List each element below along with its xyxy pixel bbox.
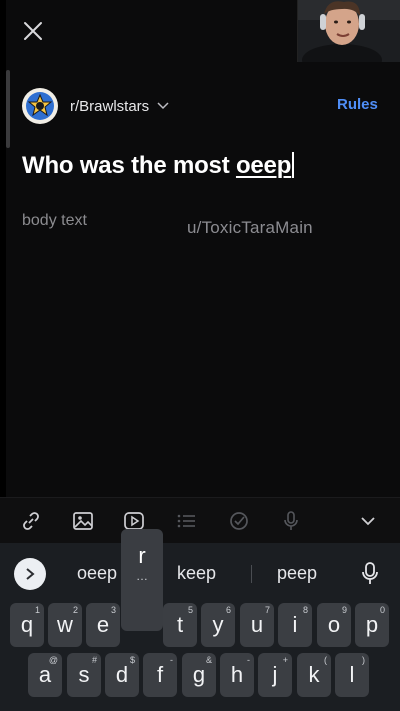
voice-input-button[interactable] <box>358 560 382 588</box>
key-hint: @ <box>48 655 58 665</box>
key-y[interactable]: y6 <box>201 603 235 647</box>
expand-toolbar-button[interactable] <box>14 558 46 590</box>
key-i[interactable]: i8 <box>278 603 312 647</box>
key-hint: 7 <box>264 605 270 615</box>
subreddit-name: r/Brawlstars <box>70 97 150 115</box>
key-d[interactable]: d $ <box>105 653 139 697</box>
webcam-overlay <box>297 0 400 62</box>
key-hint: $ <box>129 655 135 665</box>
key-k[interactable]: k( <box>297 653 331 697</box>
key-hint: 2 <box>72 605 78 615</box>
key-p[interactable]: p0 <box>355 603 389 647</box>
post-title-input[interactable]: Who was the most oeep <box>22 152 295 180</box>
mic-icon <box>362 562 378 584</box>
key-label: o <box>327 612 341 637</box>
key-t[interactable]: t5 <box>163 603 197 647</box>
key-label: e <box>96 612 110 637</box>
key-hint: 8 <box>302 605 308 615</box>
key-label: i <box>292 612 298 637</box>
key-label: s <box>78 662 90 687</box>
suggestion-strip: oeep keep peep <box>0 551 400 595</box>
soft-keyboard: oeep keep peep q1w2e3t5y6u7i8o9p0 a @ s # d $… <box>0 529 400 711</box>
key-label: t <box>176 612 184 637</box>
scroll-indicator <box>6 70 10 148</box>
key-hint: - <box>170 655 173 665</box>
key-h[interactable]: h- <box>220 653 254 697</box>
key-preview-popup: r … <box>121 529 163 631</box>
key-g[interactable]: g & <box>182 653 216 697</box>
chevron-down-icon[interactable] <box>355 508 381 534</box>
suggestion-item[interactable]: oeep <box>77 563 117 584</box>
key-l[interactable]: l) <box>335 653 369 697</box>
key-a[interactable]: a @ <box>28 653 62 697</box>
post-body-input[interactable]: body text <box>22 212 87 230</box>
title-composing-word: oeep <box>235 152 292 179</box>
title-text: Who was the most <box>22 152 236 179</box>
key-label: a <box>38 662 52 687</box>
key-label: k <box>308 662 320 687</box>
key-label: q <box>20 612 34 637</box>
key-o[interactable]: o9 <box>317 603 351 647</box>
key-hint: ( <box>324 655 327 665</box>
rules-link[interactable]: Rules <box>337 96 378 113</box>
subreddit-avatar <box>22 88 58 124</box>
key-w[interactable]: w2 <box>48 603 82 647</box>
key-j[interactable]: j + <box>258 653 292 697</box>
suggestion-item[interactable]: peep <box>277 563 317 584</box>
key-s[interactable]: s # <box>67 653 101 697</box>
chevron-down-icon <box>157 102 169 110</box>
link-icon[interactable] <box>18 508 44 534</box>
key-hint: 6 <box>225 605 231 615</box>
close-icon <box>24 22 42 40</box>
key-preview-char: r <box>138 543 146 568</box>
key-e[interactable]: e3 <box>86 603 120 647</box>
key-hint: 0 <box>379 605 385 615</box>
watermark-username: u/ToxicTaraMain <box>187 218 313 237</box>
key-u[interactable]: u7 <box>240 603 274 647</box>
key-hint: - <box>247 655 250 665</box>
list-icon[interactable] <box>173 508 199 534</box>
subreddit-selector[interactable]: r/Brawlstars <box>22 88 169 124</box>
key-f[interactable]: f- <box>143 653 177 697</box>
key-label: h <box>230 662 244 687</box>
key-preview-more: … <box>136 569 148 583</box>
key-hint: + <box>282 655 288 665</box>
key-hint: 1 <box>34 605 40 615</box>
formatting-toolbar <box>0 497 400 543</box>
image-icon[interactable] <box>70 508 96 534</box>
key-hint: & <box>205 655 212 665</box>
key-label: j <box>272 662 278 687</box>
chevron-right-icon <box>26 568 35 580</box>
key-q[interactable]: q1 <box>10 603 44 647</box>
key-hint: 5 <box>187 605 193 615</box>
key-hint: # <box>91 655 97 665</box>
suggestion-item[interactable]: keep <box>177 563 216 584</box>
key-hint: 3 <box>110 605 116 615</box>
key-label: g <box>192 662 206 687</box>
key-hint: ) <box>362 655 365 665</box>
post-composer-screen: r/Brawlstars Rules Who was the most oeep… <box>0 0 400 711</box>
suggestion-divider <box>251 565 252 583</box>
key-label: f <box>156 662 164 687</box>
mic-icon[interactable] <box>278 508 304 534</box>
poll-icon[interactable] <box>226 508 252 534</box>
key-label: p <box>365 612 379 637</box>
brawlstars-logo-icon <box>26 92 54 120</box>
key-label: y <box>212 612 224 637</box>
text-caret <box>292 152 295 178</box>
close-button[interactable] <box>18 16 48 46</box>
key-label: d <box>115 662 129 687</box>
key-hint: 9 <box>341 605 347 615</box>
key-label: w <box>57 612 73 637</box>
key-label: u <box>250 612 264 637</box>
key-label: l <box>349 662 355 687</box>
